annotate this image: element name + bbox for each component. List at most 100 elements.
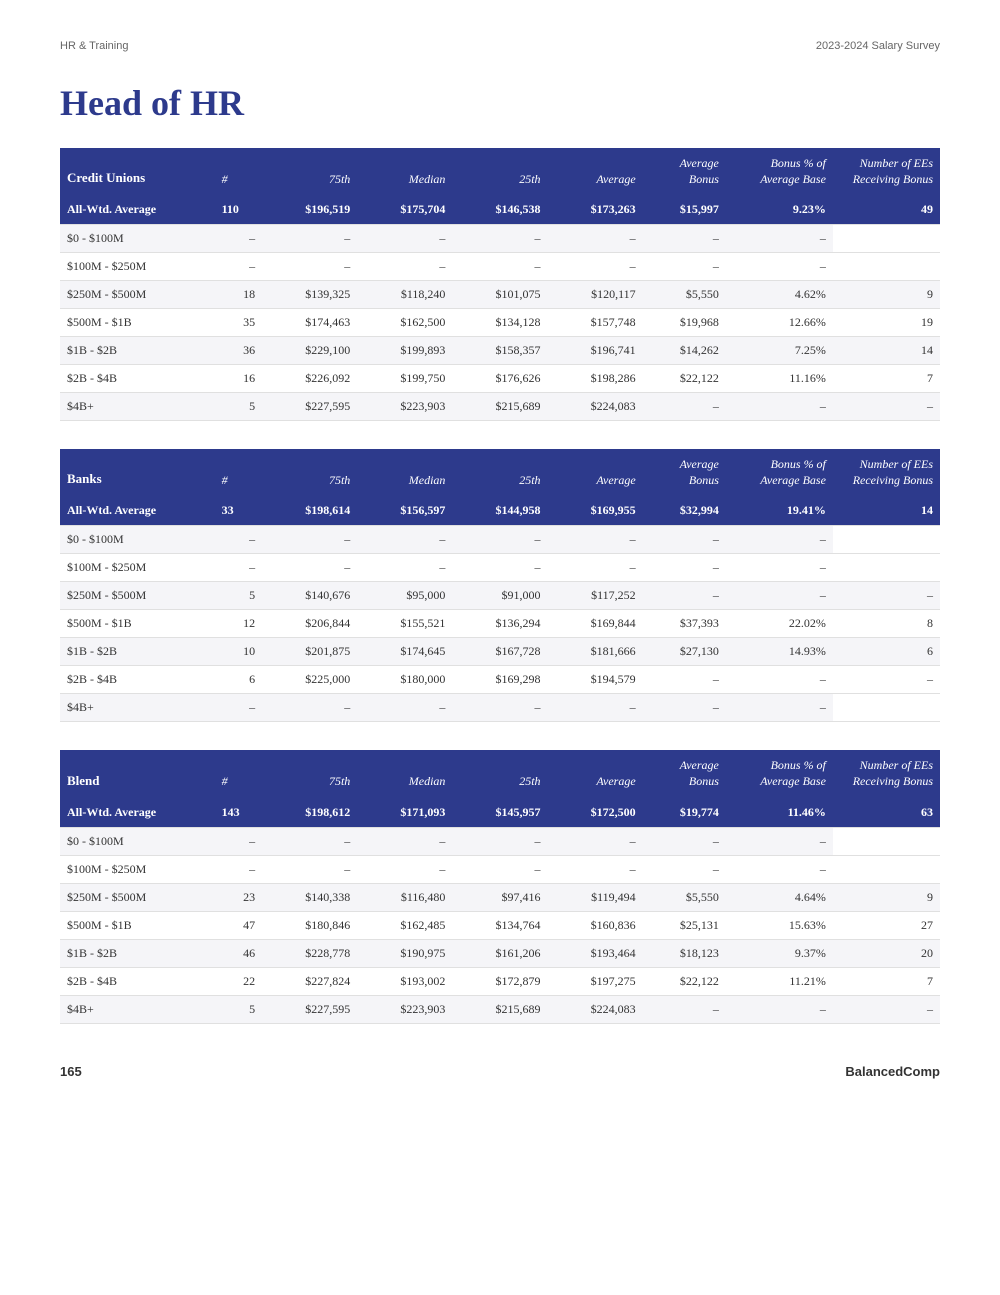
cell-4-1: 46 — [215, 939, 263, 967]
cell-2-1: 5 — [215, 582, 263, 610]
table-row: $1B - $2B36$229,100$199,893$158,357$196,… — [60, 337, 940, 365]
col-header-2: Median — [357, 148, 452, 195]
cell-2-7: 4.62% — [726, 281, 833, 309]
cell-6-5: $224,083 — [548, 995, 643, 1023]
cell-3-3: $162,485 — [357, 911, 452, 939]
cell-0-0: $0 - $100M — [60, 526, 215, 554]
table-row: $100M - $250M––––––– — [60, 554, 940, 582]
cell-0-6: – — [643, 225, 726, 253]
cell-4-1: 36 — [215, 337, 263, 365]
cell-1-3: – — [357, 554, 452, 582]
cell-6-6: – — [643, 393, 726, 421]
table-row: $1B - $2B46$228,778$190,975$161,206$193,… — [60, 939, 940, 967]
table-banks: Banks#75thMedian25thAverageAverage Bonus… — [60, 449, 940, 722]
table-row: $500M - $1B47$180,846$162,485$134,764$16… — [60, 911, 940, 939]
cell-6-3: $223,903 — [357, 393, 452, 421]
col-header-category: Blend — [60, 750, 215, 797]
cell-0-5: – — [548, 526, 643, 554]
cell-2-6: – — [643, 582, 726, 610]
section-banks: Banks#75thMedian25thAverageAverage Bonus… — [60, 449, 940, 722]
section-credit-unions: Credit Unions#75thMedian25thAverageAvera… — [60, 148, 940, 421]
cell-3-0: $500M - $1B — [60, 610, 215, 638]
cell-1-1: – — [215, 855, 263, 883]
cell-5-4: $172,879 — [452, 967, 547, 995]
cell-3-8: 8 — [833, 610, 940, 638]
cell-0-6: – — [643, 526, 726, 554]
cell-4-0: $1B - $2B — [60, 638, 215, 666]
table-row: $4B+5$227,595$223,903$215,689$224,083––– — [60, 393, 940, 421]
cell-5-4: $176,626 — [452, 365, 547, 393]
col-header-4: Average — [548, 750, 643, 797]
table-blend: Blend#75thMedian25thAverageAverage Bonus… — [60, 750, 940, 1023]
page-number: 165 — [60, 1064, 82, 1079]
cell-3-2: $206,844 — [262, 610, 357, 638]
cell-5-0: $2B - $4B — [60, 365, 215, 393]
col-header-1: 75th — [262, 148, 357, 195]
cell-5-6: $22,122 — [643, 365, 726, 393]
cell-6-0: $4B+ — [60, 393, 215, 421]
cell-4-5: $193,464 — [548, 939, 643, 967]
all-wtd-cell-3: $144,958 — [452, 496, 547, 526]
col-header-6: Bonus % of Average Base — [726, 449, 833, 496]
all-wtd-cell-7: 63 — [833, 798, 940, 828]
cell-5-3: $199,750 — [357, 365, 452, 393]
cell-5-4: $169,298 — [452, 666, 547, 694]
all-wtd-cell-4: $173,263 — [548, 195, 643, 225]
col-header-3: 25th — [452, 148, 547, 195]
cell-2-2: $140,676 — [262, 582, 357, 610]
cell-6-5: – — [548, 694, 643, 722]
cell-3-5: $169,844 — [548, 610, 643, 638]
table-row: $100M - $250M––––––– — [60, 253, 940, 281]
col-header-6: Bonus % of Average Base — [726, 750, 833, 797]
cell-2-4: $97,416 — [452, 883, 547, 911]
table-row: $100M - $250M––––––– — [60, 855, 940, 883]
cell-4-2: $201,875 — [262, 638, 357, 666]
table-row: $500M - $1B35$174,463$162,500$134,128$15… — [60, 309, 940, 337]
cell-4-5: $181,666 — [548, 638, 643, 666]
table-row: $0 - $100M––––––– — [60, 827, 940, 855]
all-wtd-cell-6: 19.41% — [726, 496, 833, 526]
cell-5-2: $226,092 — [262, 365, 357, 393]
table-row: $0 - $100M––––––– — [60, 526, 940, 554]
cell-6-4: – — [452, 694, 547, 722]
col-header-5: Average Bonus — [643, 449, 726, 496]
table-row: $2B - $4B6$225,000$180,000$169,298$194,5… — [60, 666, 940, 694]
cell-0-2: – — [262, 526, 357, 554]
cell-4-0: $1B - $2B — [60, 939, 215, 967]
cell-5-2: $225,000 — [262, 666, 357, 694]
cell-3-0: $500M - $1B — [60, 911, 215, 939]
cell-4-1: 10 — [215, 638, 263, 666]
cell-1-4: – — [452, 855, 547, 883]
cell-2-3: $116,480 — [357, 883, 452, 911]
cell-4-8: 20 — [833, 939, 940, 967]
cell-5-1: 16 — [215, 365, 263, 393]
col-header-4: Average — [548, 148, 643, 195]
col-header-3: 25th — [452, 449, 547, 496]
cell-6-8: – — [833, 995, 940, 1023]
cell-6-4: $215,689 — [452, 393, 547, 421]
table-row: $4B+––––––– — [60, 694, 940, 722]
cell-4-3: $174,645 — [357, 638, 452, 666]
cell-4-8: 6 — [833, 638, 940, 666]
cell-6-6: – — [643, 694, 726, 722]
cell-4-8: 14 — [833, 337, 940, 365]
cell-1-4: – — [452, 554, 547, 582]
cell-3-3: $155,521 — [357, 610, 452, 638]
cell-3-3: $162,500 — [357, 309, 452, 337]
all-wtd-cell-5: $32,994 — [643, 496, 726, 526]
cell-2-1: 18 — [215, 281, 263, 309]
cell-2-2: $139,325 — [262, 281, 357, 309]
cell-5-7: 11.16% — [726, 365, 833, 393]
cell-6-2: – — [262, 694, 357, 722]
cell-1-1: – — [215, 554, 263, 582]
col-header-5: Average Bonus — [643, 750, 726, 797]
cell-2-5: $117,252 — [548, 582, 643, 610]
cell-1-6: – — [643, 554, 726, 582]
header-left: HR & Training — [60, 40, 128, 52]
cell-3-1: 47 — [215, 911, 263, 939]
all-wtd-cell-7: 49 — [833, 195, 940, 225]
cell-0-7: – — [726, 827, 833, 855]
cell-5-3: $180,000 — [357, 666, 452, 694]
cell-6-0: $4B+ — [60, 995, 215, 1023]
table-row: $250M - $500M5$140,676$95,000$91,000$117… — [60, 582, 940, 610]
